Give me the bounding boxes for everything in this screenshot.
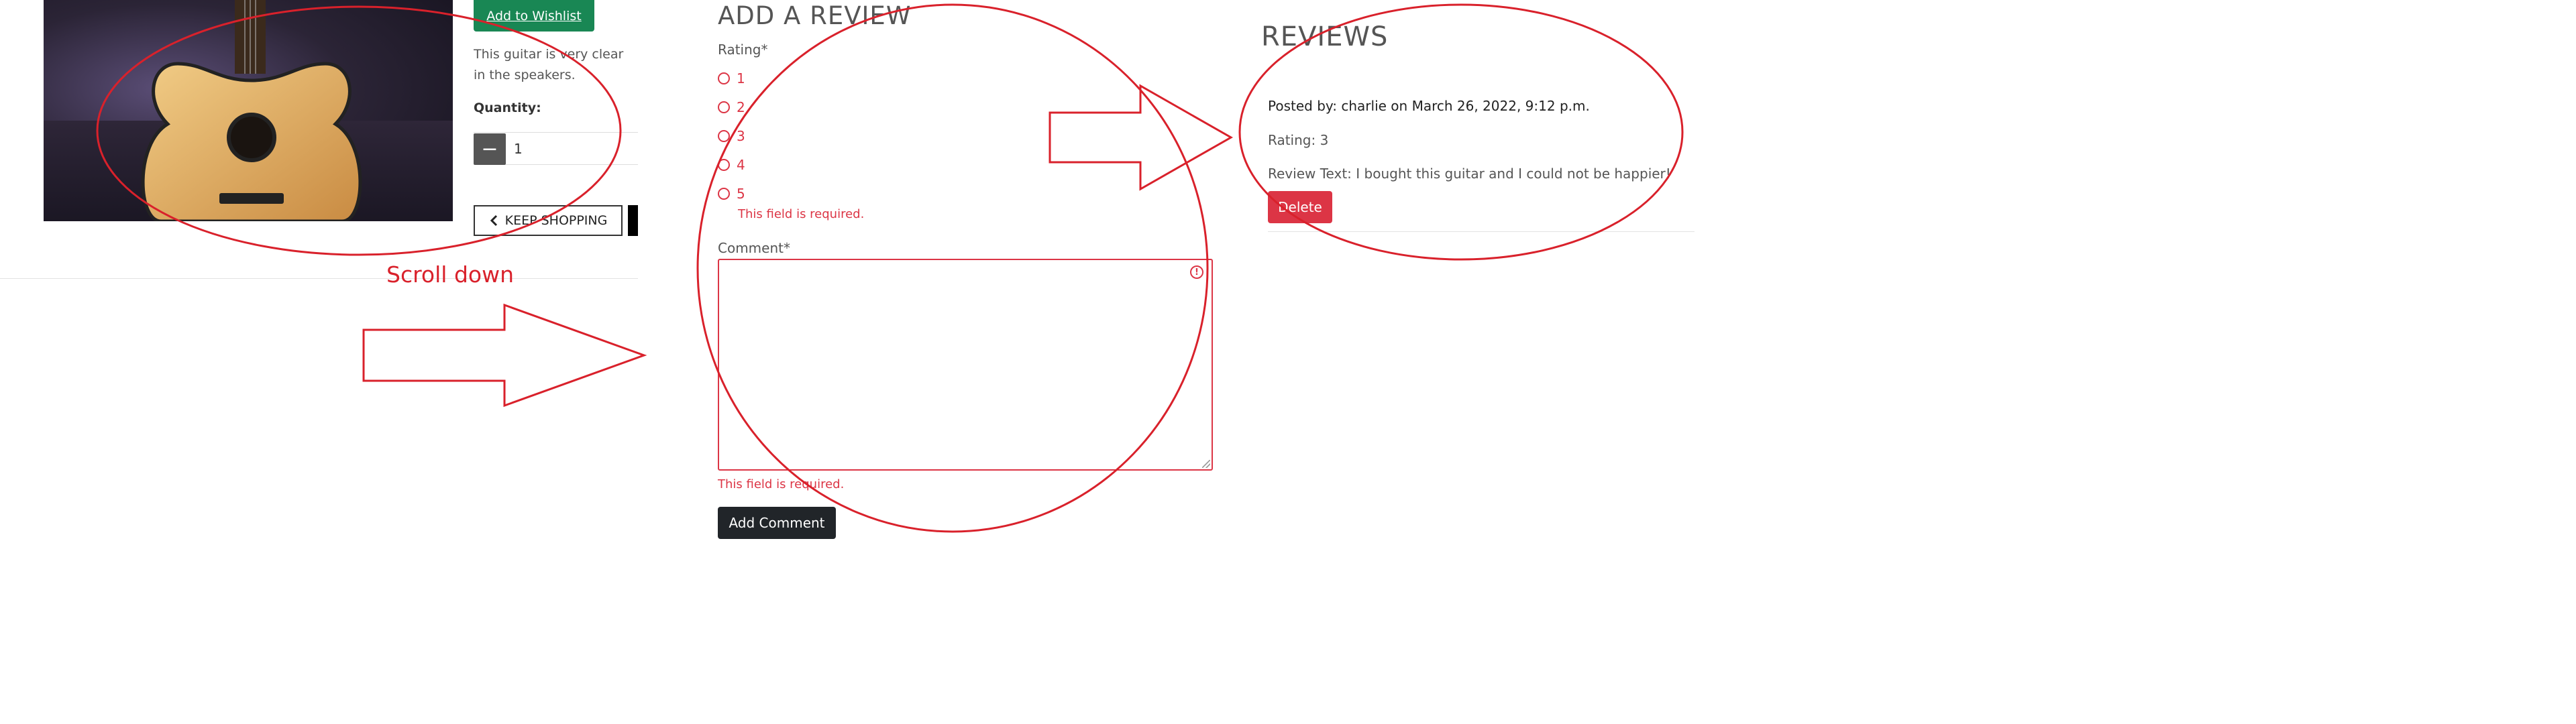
- add-review-heading: ADD A REVIEW: [718, 1, 912, 30]
- rating-error-message: This field is required.: [738, 207, 865, 221]
- radio-button[interactable]: [718, 72, 730, 84]
- chevron-left-icon: [490, 215, 497, 227]
- rating-option-label: 5: [737, 186, 745, 202]
- quantity-input[interactable]: [506, 133, 638, 165]
- rating-option-5[interactable]: 5: [718, 185, 745, 202]
- section-divider: [0, 278, 638, 279]
- arrow-right-icon: [1049, 84, 1234, 191]
- add-to-wishlist-button[interactable]: Add to Wishlist: [474, 0, 594, 32]
- review-divider: [1268, 231, 1695, 232]
- review-rating: Rating: 3: [1268, 132, 1329, 148]
- add-to-bag-button-edge[interactable]: [628, 205, 638, 236]
- guitar-soundhole: [227, 113, 276, 162]
- invalid-field-icon: !: [1190, 265, 1203, 279]
- radio-button[interactable]: [718, 159, 730, 171]
- scroll-down-annotation: Scroll down: [386, 261, 514, 288]
- review-posted-by: Posted by: charlie on March 26, 2022, 9:…: [1268, 98, 1590, 114]
- rating-option-label: 2: [737, 99, 745, 115]
- review-text: Review Text: I bought this guitar and I …: [1268, 166, 1671, 182]
- minus-icon: −: [481, 137, 498, 161]
- keep-shopping-button[interactable]: KEEP SHOPPING: [474, 205, 623, 236]
- comment-textarea[interactable]: [718, 259, 1213, 471]
- comment-error-message: This field is required.: [718, 477, 845, 491]
- product-description: This guitar is very clear in the speaker…: [474, 47, 624, 82]
- quantity-divider: [474, 132, 638, 133]
- rating-option-1[interactable]: 1: [718, 70, 745, 87]
- reviews-heading: REVIEWS: [1261, 21, 1389, 52]
- rating-option-4[interactable]: 4: [718, 156, 745, 174]
- rating-option-label: 3: [737, 128, 745, 144]
- arrow-right-icon: [362, 303, 647, 408]
- guitar-bridge: [219, 193, 284, 204]
- comment-label: Comment*: [718, 240, 790, 256]
- rating-option-label: 1: [737, 70, 745, 86]
- rating-option-2[interactable]: 2: [718, 99, 745, 116]
- product-image: [44, 0, 453, 221]
- rating-option-label: 4: [737, 157, 745, 173]
- radio-button[interactable]: [718, 188, 730, 200]
- radio-button[interactable]: [718, 101, 730, 113]
- resize-handle[interactable]: [1202, 460, 1210, 468]
- keep-shopping-label: KEEP SHOPPING: [504, 213, 608, 228]
- delete-review-button[interactable]: Delete: [1268, 191, 1332, 223]
- radio-button[interactable]: [718, 130, 730, 142]
- add-comment-button[interactable]: Add Comment: [718, 507, 836, 539]
- quantity-label: Quantity:: [474, 101, 541, 115]
- rating-label: Rating*: [718, 42, 768, 58]
- guitar-graphic: [141, 0, 362, 221]
- quantity-decrement-button[interactable]: −: [474, 133, 506, 165]
- rating-option-3[interactable]: 3: [718, 127, 745, 145]
